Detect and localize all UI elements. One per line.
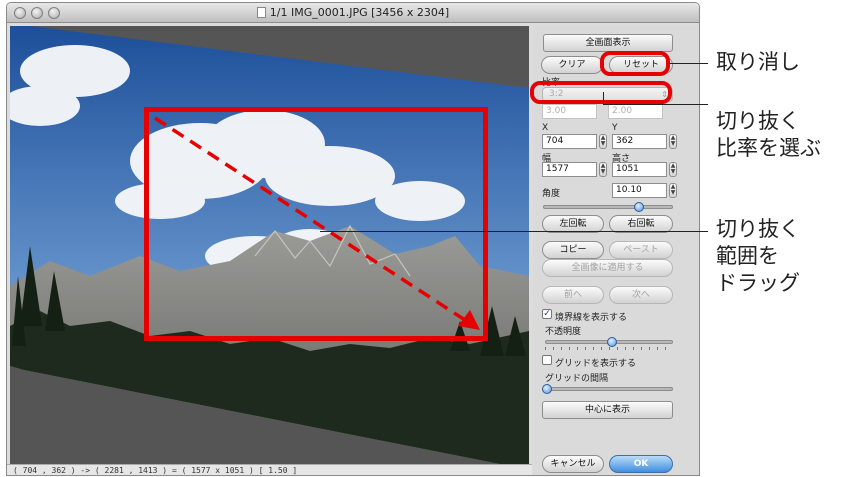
drag-callout: 切り抜く 範囲を ドラッグ [716,217,800,295]
undo-callout: 取り消し [716,50,800,74]
undo-leader-line [670,63,708,64]
drag-arrow-line [154,116,469,324]
ratio-leader-line [603,104,708,105]
drag-arrow-head-icon [458,310,480,330]
reset-button-highlight [600,51,670,76]
drag-leader-line [320,231,708,232]
ratio-leader-stem [603,92,604,104]
ratio-callout: 切り抜く 比率を選ぶ [716,109,821,160]
ratio-select-highlight [530,81,672,104]
